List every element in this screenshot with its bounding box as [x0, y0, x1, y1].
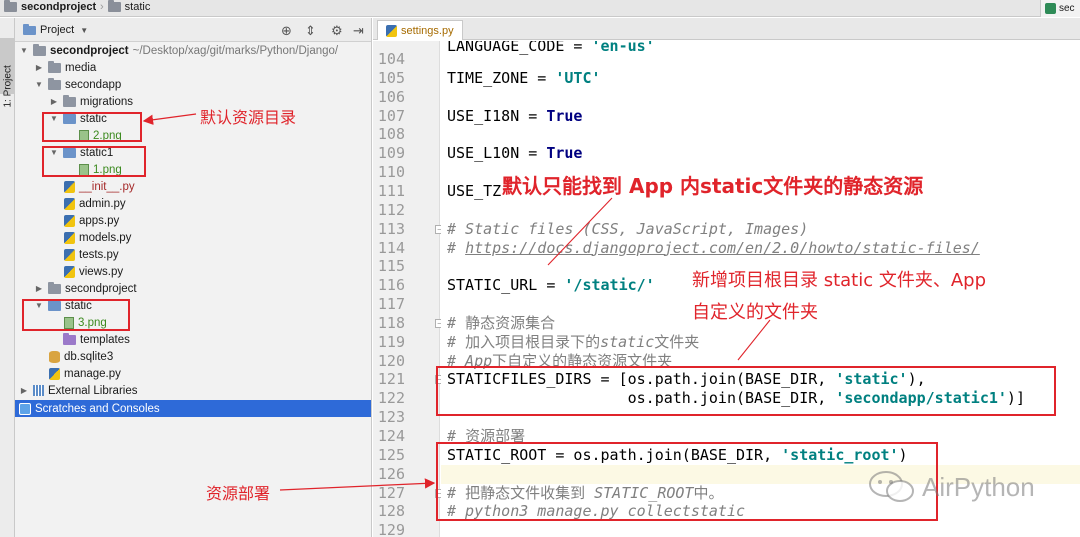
arrow-only-app-static	[547, 197, 613, 266]
arrow-default-dir	[142, 113, 197, 125]
watermark: AirPython	[868, 470, 1035, 504]
arrow-new-dirs	[737, 319, 771, 361]
annotation-arrows	[142, 113, 771, 491]
arrow-deploy	[279, 478, 436, 491]
watermark-text: AirPython	[922, 471, 1035, 502]
wechat-icon	[869, 471, 914, 502]
